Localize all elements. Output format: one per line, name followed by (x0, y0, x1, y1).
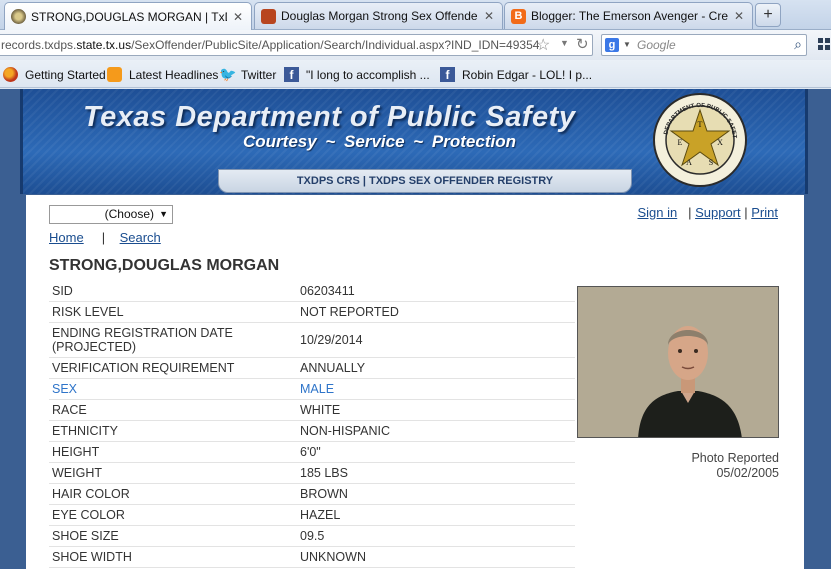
history-dropdown-icon[interactable]: ▼ (560, 38, 569, 48)
agency-motto: Courtesy ~ Service ~ Protection (243, 132, 516, 151)
chevron-down-icon: ▼ (159, 209, 168, 219)
svg-text:A: A (686, 158, 692, 167)
svg-text:T: T (698, 120, 703, 129)
bookmark-twitter[interactable]: 🐦 Twitter (219, 67, 276, 82)
support-link[interactable]: Support (695, 205, 741, 220)
photo-caption: Photo Reported 05/02/2005 (691, 451, 779, 480)
bookmark-facebook-2[interactable]: f Robin Edgar - LOL! I p... (440, 67, 592, 82)
table-row: SHOE WIDTH UNKNOWN (49, 546, 775, 568)
close-tab-icon[interactable]: ✕ (482, 9, 496, 23)
tab-bar: STRONG,DOUGLAS MORGAN | TxDP... ✕ Dougla… (0, 0, 831, 30)
offender-photo[interactable] (577, 286, 779, 438)
bookmark-star-icon[interactable]: ☆ (536, 35, 550, 55)
offender-name: STRONG,DOUGLAS MORGAN (49, 257, 280, 274)
svg-text:E: E (678, 138, 683, 147)
close-tab-icon[interactable]: ✕ (231, 10, 245, 24)
tab-txdps[interactable]: STRONG,DOUGLAS MORGAN | TxDP... ✕ (4, 2, 252, 30)
print-link[interactable]: Print (751, 205, 778, 220)
search-icon[interactable]: ⌕ (794, 36, 802, 53)
agency-title: Texas Department of Public Safety (83, 101, 576, 133)
blogger-icon: B (511, 8, 526, 24)
tab-blogger[interactable]: B Blogger: The Emerson Avenger - Crea...… (504, 2, 753, 29)
google-icon: g (605, 38, 619, 52)
bookmark-facebook-1[interactable]: f "I long to accomplish ... (284, 67, 430, 82)
home-link[interactable]: Home (49, 230, 84, 245)
registry-tab[interactable]: TXDPS CRS | TXDPS SEX OFFENDER REGISTRY (218, 169, 632, 193)
breadcrumb: Home | Search (49, 230, 161, 245)
tab-sex-offender[interactable]: Douglas Morgan Strong Sex Offender... ✕ (254, 2, 503, 29)
table-row: HAIR COLOR BROWN (49, 483, 775, 505)
sign-in-link[interactable]: Sign in (637, 205, 677, 220)
search-link[interactable]: Search (120, 230, 161, 245)
header-banner: Texas Department of Public Safety Courte… (20, 89, 808, 194)
seal-favicon-icon (11, 9, 26, 24)
facebook-icon: f (440, 67, 455, 82)
firefox-icon (3, 67, 18, 82)
menu-grid-icon[interactable] (818, 38, 831, 51)
page-viewport: Texas Department of Public Safety Courte… (0, 89, 831, 569)
bookmark-getting-started[interactable]: Getting Started (3, 67, 106, 82)
texas-dps-seal-icon: T E X A S DEPARTMENT OF PUBLIC SAFETY (653, 93, 747, 187)
close-tab-icon[interactable]: ✕ (732, 9, 746, 23)
engine-dropdown-icon[interactable]: ▼ (623, 40, 631, 49)
svg-text:X: X (717, 138, 723, 147)
new-tab-button[interactable]: + (755, 3, 781, 27)
bookmark-favicon-icon (261, 8, 276, 24)
content-panel: (Choose) ▼ Sign in | Support | Print Home… (26, 195, 804, 569)
person-photo-icon (578, 287, 778, 437)
svg-text:S: S (709, 158, 713, 167)
facebook-icon: f (284, 67, 299, 82)
reload-icon[interactable]: ↻ (576, 35, 589, 53)
account-links: Sign in | Support | Print (637, 205, 778, 220)
search-input[interactable]: g ▼ Google ⌕ (601, 34, 807, 56)
table-row: EYE COLOR HAZEL (49, 504, 775, 526)
choose-dropdown[interactable]: (Choose) ▼ (49, 205, 173, 224)
table-row: SHOE SIZE 09.5 (49, 525, 775, 547)
bookmarks-bar: Getting Started Latest Headlines 🐦 Twitt… (0, 60, 831, 88)
rss-icon (107, 67, 122, 82)
twitter-icon: 🐦 (219, 66, 237, 82)
address-bar[interactable]: records.txdps.state.tx.us/SexOffender/Pu… (0, 34, 593, 56)
bookmark-latest-headlines[interactable]: Latest Headlines (107, 67, 218, 82)
